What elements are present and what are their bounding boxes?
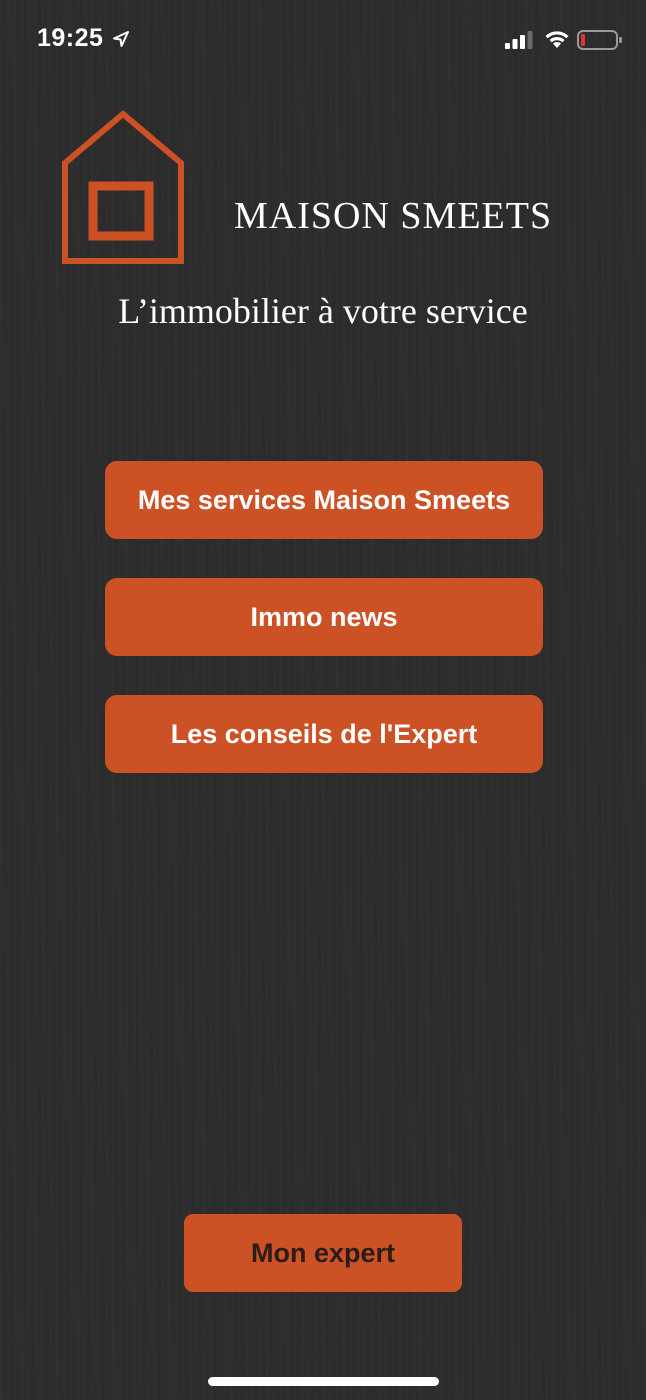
- status-time: 19:25: [37, 24, 104, 52]
- expert-advice-button[interactable]: Les conseils de l'Expert: [105, 695, 543, 773]
- battery-low-icon: [577, 30, 622, 50]
- services-button[interactable]: Mes services Maison Smeets: [105, 461, 543, 539]
- home-indicator[interactable]: [208, 1377, 439, 1386]
- wifi-icon: [545, 31, 569, 48]
- tagline: L’immobilier à votre service: [118, 291, 528, 331]
- mon-expert-button[interactable]: Mon expert: [184, 1214, 462, 1292]
- immo-news-button[interactable]: Immo news: [105, 578, 543, 656]
- app-screen: 19:25 MAISON SMEETS L’immobilier à votre…: [0, 0, 646, 1400]
- house-logo-icon: [62, 110, 184, 264]
- status-bar: 19:25: [0, 0, 646, 80]
- location-arrow-icon: [113, 31, 129, 47]
- cellular-signal-icon: [505, 31, 533, 49]
- brand-name: MAISON SMEETS: [234, 195, 553, 237]
